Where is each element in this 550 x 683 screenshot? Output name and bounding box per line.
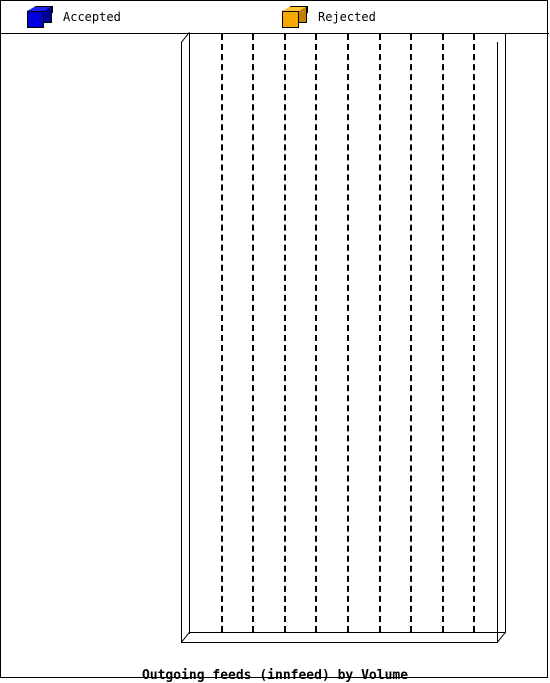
gridline [315, 34, 318, 632]
axis-depth-line [497, 632, 506, 643]
gridline [347, 34, 349, 632]
axis-back-vertical [189, 34, 190, 634]
y-axis [181, 42, 182, 642]
gridline [220, 34, 223, 632]
cube-icon-rejected [282, 6, 308, 28]
gridline [283, 34, 286, 632]
gridline [410, 34, 413, 632]
x-axis-title: Outgoing feeds (innfeed) by Volume [141, 668, 409, 683]
right-wall [497, 42, 498, 642]
legend-item-rejected: Rejected [282, 5, 376, 29]
chart-frame: Accepted Rejected Outgoing feeds (innfee… [0, 0, 549, 683]
axis-back-horizontal [189, 632, 506, 633]
gridline [441, 34, 444, 632]
gridline [252, 34, 255, 632]
legend-label-rejected: Rejected [318, 10, 376, 24]
cube-icon-accepted [27, 6, 53, 28]
gridline [473, 34, 476, 632]
chart-legend: Accepted Rejected [1, 1, 549, 34]
x-axis [181, 642, 498, 643]
plot-area: Outgoing feeds (innfeed) by Volume [1, 32, 549, 683]
gridline [378, 34, 381, 632]
axis-back-right [505, 34, 506, 632]
legend-item-accepted: Accepted [27, 5, 121, 29]
legend-label-accepted: Accepted [63, 10, 121, 24]
